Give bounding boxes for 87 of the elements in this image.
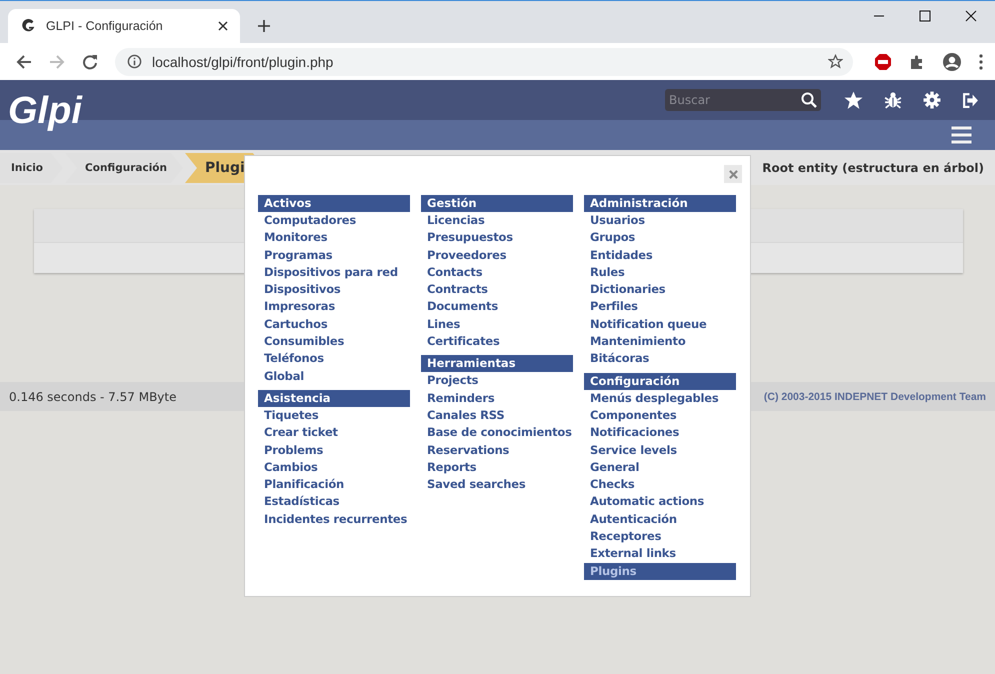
section-header: Gestión — [421, 195, 573, 212]
puzzle-icon[interactable] — [909, 54, 925, 70]
menu-link[interactable]: Service levels — [584, 442, 736, 459]
menu-link[interactable]: Checks — [584, 476, 736, 494]
maximize-icon[interactable] — [919, 10, 931, 22]
menu-link[interactable]: Grupos — [584, 229, 736, 247]
menu-link[interactable]: Mantenimiento — [584, 333, 736, 350]
star-outline-icon[interactable] — [828, 54, 843, 69]
menu-link[interactable]: Reminders — [421, 390, 573, 407]
menu-link[interactable]: Rules — [584, 264, 736, 282]
menu-link[interactable]: Perfiles — [584, 298, 736, 316]
menu-link[interactable]: Canales RSS — [421, 406, 573, 424]
menu-link[interactable]: Menús desplegables — [584, 390, 736, 407]
back-arrow-icon[interactable] — [16, 54, 32, 70]
menu-link[interactable]: Cambios — [258, 458, 410, 476]
close-button[interactable] — [724, 165, 742, 183]
gear-icon[interactable] — [923, 91, 941, 109]
menu-link[interactable]: Estadísticas — [258, 493, 410, 511]
menu-link[interactable]: Receptores — [584, 528, 736, 546]
menu-link[interactable]: Planificación — [258, 476, 410, 494]
section-header: Activos — [258, 195, 410, 212]
section-header: Configuración — [584, 372, 736, 390]
menu-link[interactable]: Lines — [421, 316, 573, 334]
menu-link[interactable]: Licencias — [421, 212, 573, 230]
section-header: Herramientas — [421, 355, 573, 372]
menu-link[interactable]: Autenticación — [584, 510, 736, 528]
menu-link[interactable]: Projects — [421, 372, 573, 390]
menu-icon[interactable] — [951, 126, 972, 144]
menu-link[interactable]: Tiquetes — [258, 406, 410, 424]
menu-link[interactable]: Bitácoras — [584, 350, 736, 368]
menu-link[interactable]: External links — [584, 545, 736, 563]
menu-link[interactable]: Global — [258, 368, 410, 385]
search-field[interactable]: Buscar — [665, 89, 821, 111]
menu-link[interactable]: Crear ticket — [258, 424, 410, 442]
menu-link[interactable]: Notification queue — [584, 316, 736, 334]
account-icon[interactable] — [942, 52, 962, 72]
menu-link[interactable]: Monitores — [258, 229, 410, 247]
menu-link[interactable]: Dispositivos — [258, 281, 410, 298]
bug-icon[interactable] — [884, 91, 902, 109]
menu-link[interactable]: Dispositivos para red — [258, 264, 410, 282]
logout-icon[interactable] — [962, 92, 979, 108]
menu-link[interactable]: Problems — [258, 442, 410, 459]
menu-link[interactable]: Dictionaries — [584, 281, 736, 298]
menu-link[interactable]: Cartuchos — [258, 316, 410, 334]
search-icon[interactable] — [801, 92, 817, 108]
kebab-menu-icon[interactable] — [979, 54, 983, 70]
browser-tab[interactable]: GLPI - Configuración — [8, 9, 240, 43]
menu-link[interactable]: Contracts — [421, 281, 573, 298]
close-icon[interactable] — [965, 10, 977, 22]
menu-link[interactable]: Reports — [421, 458, 573, 476]
section-header: Administración — [584, 195, 736, 212]
stop-sign-icon[interactable] — [874, 52, 892, 70]
entity-label[interactable]: Root entity (estructura en árbol) — [762, 160, 984, 174]
menu-link[interactable]: General — [584, 458, 736, 476]
menu-link[interactable]: Certificates — [421, 333, 573, 350]
menu-link[interactable]: Contacts — [421, 264, 573, 282]
star-icon[interactable] — [844, 90, 863, 110]
close-icon[interactable] — [218, 21, 228, 31]
section-header: Asistencia — [258, 390, 410, 407]
menu-link[interactable]: Teléfonos — [258, 350, 410, 368]
menu-link[interactable]: Entidades — [584, 246, 736, 264]
menu-link[interactable]: Saved searches — [421, 476, 573, 494]
address-bar[interactable]: localhost/glpi/front/plugin.php — [115, 48, 853, 76]
url-text: localhost/glpi/front/plugin.php — [152, 54, 334, 70]
menu-link[interactable]: Componentes — [584, 406, 736, 424]
menu-link[interactable]: Usuarios — [584, 212, 736, 230]
timing-text: 0.146 seconds - 7.57 MByte — [9, 390, 176, 404]
menu-link[interactable]: Consumibles — [258, 333, 410, 350]
copyright-link[interactable]: (C) 2003-2015 INDEPNET Development Team — [764, 390, 986, 402]
menu-link[interactable]: Reservations — [421, 442, 573, 459]
menu-link[interactable]: Base de conocimientos — [421, 424, 573, 442]
menu-link[interactable]: Plugins — [584, 562, 736, 580]
g-logo-icon — [22, 19, 36, 33]
new-tab-icon[interactable] — [258, 20, 270, 32]
info-icon — [127, 54, 142, 69]
tab-title: GLPI - Configuración — [46, 19, 164, 33]
menu-link[interactable]: Documents — [421, 298, 573, 316]
reload-icon[interactable] — [82, 54, 98, 70]
menu-link[interactable]: Proveedores — [421, 246, 573, 264]
menu-link[interactable]: Impresoras — [258, 298, 410, 316]
menu-link[interactable]: Notificaciones — [584, 424, 736, 442]
menu-link[interactable]: Incidentes recurrentes — [258, 510, 410, 528]
menu-link[interactable]: Presupuestos — [421, 229, 573, 247]
menu-link[interactable]: Programas — [258, 246, 410, 264]
logo[interactable]: Glpi — [8, 91, 82, 131]
menu-link[interactable]: Computadores — [258, 212, 410, 230]
menu-link[interactable]: Automatic actions — [584, 493, 736, 511]
